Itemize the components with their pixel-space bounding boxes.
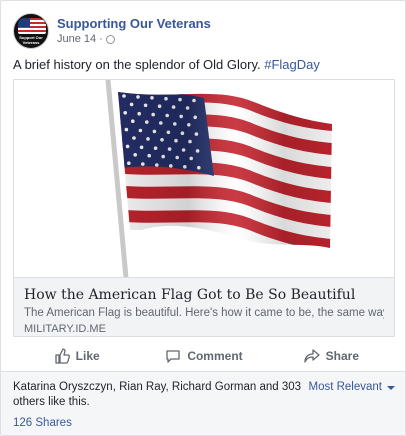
- share-label: Share: [325, 349, 359, 363]
- comment-icon: [166, 350, 180, 363]
- reactors-text[interactable]: Katarina Oryszczyn, Rian Ray, Richard Go…: [13, 380, 313, 410]
- like-button[interactable]: Like: [13, 348, 140, 364]
- like-label: Like: [75, 349, 100, 363]
- chevron-down-icon: [387, 385, 395, 390]
- post-date[interactable]: June 14: [57, 32, 96, 47]
- globe-icon[interactable]: [105, 35, 115, 44]
- link-domain: MILITARY.ID.ME: [24, 323, 106, 335]
- page-name-link[interactable]: Supporting Our Veterans: [57, 15, 211, 32]
- shares-count-link[interactable]: 126 Shares: [13, 416, 72, 431]
- sort-dropdown[interactable]: Most Relevant: [308, 380, 395, 395]
- action-bar: Like Comment Share: [13, 341, 395, 371]
- comment-label: Comment: [187, 349, 243, 363]
- link-title[interactable]: How the American Flag Got to Be So Beaut…: [24, 286, 384, 305]
- post-card: Support Our Veterans Supporting Our Vete…: [0, 0, 406, 436]
- link-preview[interactable]: How the American Flag Got to Be So Beaut…: [13, 79, 395, 337]
- thumbs-up-icon: [55, 348, 70, 364]
- hashtag-link[interactable]: #FlagDay: [264, 57, 320, 72]
- avatar-canton: [18, 18, 30, 27]
- separator-dot: ·: [99, 33, 103, 45]
- link-image[interactable]: [14, 80, 394, 278]
- comment-button[interactable]: Comment: [140, 348, 267, 364]
- post-subline: June 14 ·: [57, 32, 211, 47]
- sort-label: Most Relevant: [308, 381, 382, 393]
- link-description: The American Flag is beautiful. Here's h…: [24, 307, 384, 319]
- avatar[interactable]: Support Our Veterans: [13, 13, 49, 49]
- flag-cloth: [118, 92, 332, 248]
- post-header: Support Our Veterans Supporting Our Vete…: [13, 13, 211, 49]
- share-arrow-icon: [303, 349, 320, 363]
- post-text: A brief history on the splendor of Old G…: [13, 56, 320, 73]
- avatar-text: Support Our Veterans: [19, 35, 43, 45]
- american-flag-image: [105, 80, 332, 277]
- share-button[interactable]: Share: [268, 348, 395, 364]
- post-meta: Supporting Our Veterans June 14 ·: [57, 15, 211, 47]
- post-body: A brief history on the splendor of Old G…: [13, 57, 265, 72]
- link-body[interactable]: How the American Flag Got to Be So Beaut…: [14, 278, 394, 336]
- reactions-section: Katarina Oryszczyn, Rian Ray, Richard Go…: [1, 371, 405, 435]
